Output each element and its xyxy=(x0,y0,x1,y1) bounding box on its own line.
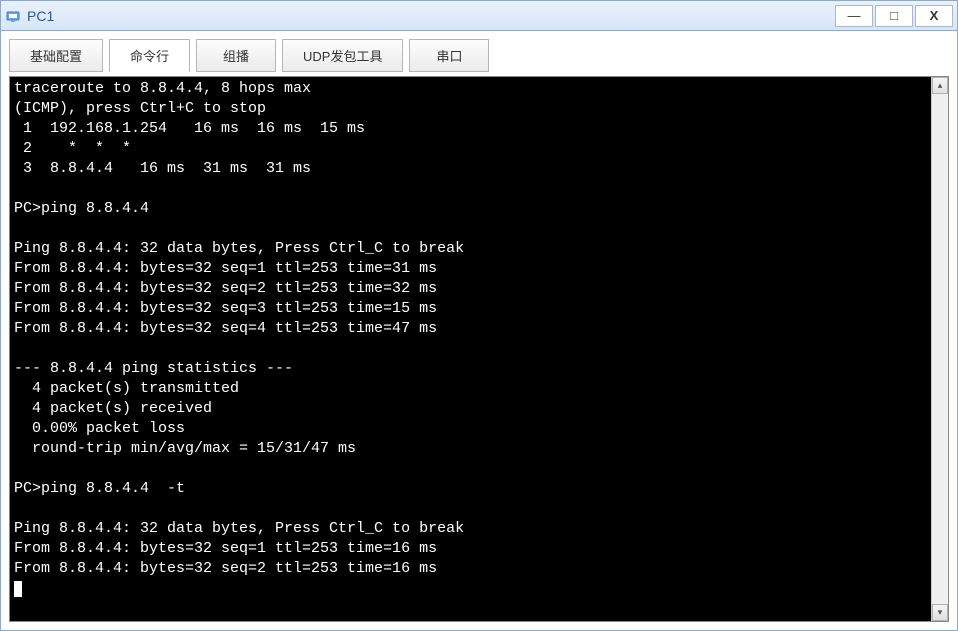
close-button[interactable]: X xyxy=(915,5,953,27)
window-title: PC1 xyxy=(27,8,835,24)
app-window: PC1 — □ X 基础配置 命令行 组播 UDP发包工具 串口 tracero… xyxy=(0,0,958,631)
terminal-container: traceroute to 8.8.4.4, 8 hops max (ICMP)… xyxy=(9,76,949,622)
terminal-cursor xyxy=(14,581,22,597)
terminal[interactable]: traceroute to 8.8.4.4, 8 hops max (ICMP)… xyxy=(10,77,948,621)
tab-serial[interactable]: 串口 xyxy=(409,39,489,72)
minimize-button[interactable]: — xyxy=(835,5,873,27)
titlebar[interactable]: PC1 — □ X xyxy=(1,1,957,31)
tab-multicast[interactable]: 组播 xyxy=(196,39,276,72)
scrollbar[interactable]: ▴ ▾ xyxy=(931,77,948,621)
maximize-button[interactable]: □ xyxy=(875,5,913,27)
window-controls: — □ X xyxy=(835,5,953,27)
tab-command-line[interactable]: 命令行 xyxy=(109,39,190,72)
tab-udp-tool[interactable]: UDP发包工具 xyxy=(282,39,403,72)
scroll-up-button[interactable]: ▴ xyxy=(932,77,948,94)
scroll-down-button[interactable]: ▾ xyxy=(932,604,948,621)
app-icon xyxy=(5,8,21,24)
tab-basic-config[interactable]: 基础配置 xyxy=(9,39,103,72)
content-area: 基础配置 命令行 组播 UDP发包工具 串口 traceroute to 8.8… xyxy=(1,31,957,630)
tab-bar: 基础配置 命令行 组播 UDP发包工具 串口 xyxy=(9,39,949,72)
